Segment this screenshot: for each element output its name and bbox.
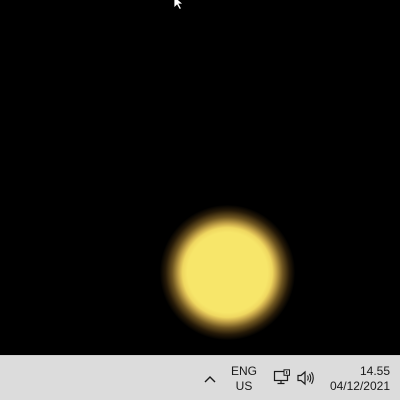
clock[interactable]: 14.55 04/12/2021 xyxy=(326,364,390,394)
taskbar: ENG US 14.55 04/12/2021 xyxy=(0,355,400,400)
arrow-cursor-icon xyxy=(173,0,185,10)
volume-icon[interactable] xyxy=(296,369,316,387)
language-region: US xyxy=(235,379,253,393)
clock-date: 04/12/2021 xyxy=(329,379,390,393)
chevron-up-icon[interactable] xyxy=(199,368,221,390)
glowing-orb xyxy=(160,205,295,340)
desktop-background xyxy=(0,0,400,355)
clock-time: 14.55 xyxy=(359,364,390,378)
network-icon[interactable] xyxy=(273,369,291,387)
language-indicator[interactable]: ENG US xyxy=(226,364,262,394)
language-code: ENG xyxy=(230,364,257,378)
